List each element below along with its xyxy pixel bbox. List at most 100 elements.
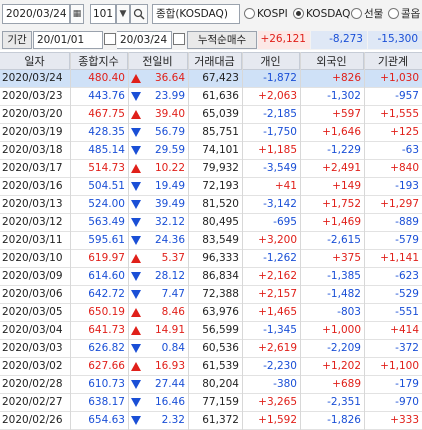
cell-date: 2020/02/27 (2, 396, 63, 408)
cell-individual: +2,157 (258, 288, 297, 300)
search-icon[interactable] (130, 4, 148, 24)
code-field[interactable]: 101 (90, 4, 116, 24)
radio-kosdaq[interactable]: KOSDAQ (293, 6, 350, 22)
cell-foreign: +689 (332, 378, 361, 390)
start-date-calendar-icon[interactable] (104, 33, 116, 45)
cell-change: 19.49 (154, 180, 185, 192)
table-row[interactable]: 2020/03/16 504.51 19.49 72,193 +41 +149 -193 (0, 178, 422, 196)
cell-index: 524.00 (88, 198, 125, 210)
header-change[interactable]: 전일비 (128, 53, 188, 70)
cell-amount: 80,204 (202, 378, 239, 390)
cell-index: 428.35 (88, 126, 125, 138)
cell-foreign: +2,491 (322, 162, 361, 174)
table-row[interactable]: 2020/03/10 619.97 5.37 96,333 -1,262 +375 +1,1… (0, 250, 422, 268)
cell-institution: +840 (390, 162, 419, 174)
column-divider (188, 52, 189, 430)
cell-index: 610.73 (88, 378, 125, 390)
cell-date: 2020/03/17 (2, 162, 63, 174)
cell-institution: -970 (395, 396, 419, 408)
triangle-up-icon (131, 74, 141, 83)
table-row[interactable]: 2020/03/12 563.49 32.12 80,495 -695 +1,469 -88… (0, 214, 422, 232)
cell-institution: -957 (395, 90, 419, 102)
table-row[interactable]: 2020/03/02 627.66 16.93 61,539 -2,230 +1,202 +… (0, 358, 422, 376)
table-row[interactable]: 2020/03/06 642.72 7.47 72,388 +2,157 -1,482 -5… (0, 286, 422, 304)
cell-amount: 61,372 (202, 414, 239, 426)
header-foreign[interactable]: 외국인 (300, 53, 364, 70)
cell-change: 28.12 (154, 270, 185, 282)
table-row[interactable]: 2020/03/03 626.82 0.84 60,536 +2,619 -2,209 -3… (0, 340, 422, 358)
end-date-calendar-icon[interactable] (173, 33, 185, 45)
cell-amount: 83,549 (202, 234, 239, 246)
triangle-down-icon (131, 128, 141, 137)
cell-amount: 80,495 (202, 216, 239, 228)
date-field[interactable]: 2020/03/24 (2, 4, 70, 24)
cell-institution: +1,297 (380, 198, 419, 210)
cell-amount: 60,536 (202, 342, 239, 354)
table-row[interactable]: 2020/03/20 467.75 39.40 65,039 -2,185 +597 +1,… (0, 106, 422, 124)
table-row[interactable]: 2020/03/11 595.61 24.36 83,549 +3,200 -2,615 -… (0, 232, 422, 250)
cell-institution: -372 (395, 342, 419, 354)
sum-foreign: -8,273 (311, 31, 367, 49)
triangle-down-icon (131, 380, 141, 389)
cell-foreign: +1,000 (322, 324, 361, 336)
cell-date: 2020/03/12 (2, 216, 63, 228)
table-row[interactable]: 2020/02/27 638.17 16.46 77,159 +3,265 -2,351 -… (0, 394, 422, 412)
table-row[interactable]: 2020/03/05 650.19 8.46 63,976 +1,465 -803 -551 (0, 304, 422, 322)
end-date-input[interactable]: 20/03/24 (117, 31, 172, 49)
radio-kospi[interactable]: KOSPI (244, 6, 288, 22)
table-row[interactable]: 2020/03/23 443.76 23.99 61,636 +2,063 -1,302 -… (0, 88, 422, 106)
cell-date: 2020/02/28 (2, 378, 63, 390)
cell-date: 2020/03/05 (2, 306, 63, 318)
cell-foreign: -2,615 (327, 234, 361, 246)
table-row[interactable]: 2020/03/17 514.73 10.22 79,932 -3,549 +2,491 +… (0, 160, 422, 178)
table-header: 일자 종합지수 전일비 거래대금 개인 외국인 기관계 (0, 52, 422, 70)
cell-foreign: -1,385 (327, 270, 361, 282)
radio-call-option[interactable]: 콜옵 (388, 6, 420, 22)
header-institution[interactable]: 기관계 (364, 53, 422, 70)
triangle-up-icon (131, 164, 141, 173)
triangle-down-icon (131, 236, 141, 245)
triangle-down-icon (131, 416, 141, 425)
table-row[interactable]: 2020/03/13 524.00 39.49 81,520 -3,142 +1,752 +… (0, 196, 422, 214)
table-body: 2020/03/24 480.40 36.64 67,423 -1,872 +826 +1,… (0, 70, 422, 430)
triangle-down-icon (131, 290, 141, 299)
cell-change: 27.44 (154, 378, 185, 390)
cell-institution: -529 (395, 288, 419, 300)
table-row[interactable]: 2020/03/09 614.60 28.12 86,834 +2,162 -1,385 -… (0, 268, 422, 286)
cell-amount: 61,539 (202, 360, 239, 372)
start-date-input[interactable]: 20/01/01 (33, 31, 103, 49)
header-amount[interactable]: 거래대금 (188, 53, 242, 70)
cell-institution: +1,141 (380, 252, 419, 264)
table-row[interactable]: 2020/03/19 428.35 56.79 85,751 -1,750 +1,646 +… (0, 124, 422, 142)
cell-institution: +1,555 (380, 108, 419, 120)
cell-index: 595.61 (88, 234, 125, 246)
cell-individual: -1,872 (263, 72, 297, 84)
cell-institution: +125 (390, 126, 419, 138)
cell-foreign: -803 (337, 306, 361, 318)
table-row[interactable]: 2020/03/04 641.73 14.91 56,599 -1,345 +1,000 +… (0, 322, 422, 340)
cell-individual: -3,549 (263, 162, 297, 174)
column-divider (300, 52, 301, 430)
market-name-field: 종합(KOSDAQ) (152, 4, 240, 24)
header-individual[interactable]: 개인 (242, 53, 300, 70)
table-row[interactable]: 2020/03/18 485.14 29.59 74,101 +1,185 -1,229 -… (0, 142, 422, 160)
cell-institution: -579 (395, 234, 419, 246)
table-row[interactable]: 2020/03/24 480.40 36.64 67,423 -1,872 +826 +1,… (0, 70, 422, 88)
header-index[interactable]: 종합지수 (70, 53, 128, 70)
cell-index: 641.73 (88, 324, 125, 336)
radio-futures[interactable]: 선물 (351, 6, 383, 22)
header-date[interactable]: 일자 (0, 53, 70, 70)
chevron-down-icon[interactable]: ▼ (116, 4, 130, 24)
table-row[interactable]: 2020/02/28 610.73 27.44 80,204 -380 +689 -179 (0, 376, 422, 394)
triangle-up-icon (131, 308, 141, 317)
radio-dot-kospi (244, 8, 255, 19)
radio-dot-kosdaq (293, 8, 304, 19)
triangle-down-icon (131, 398, 141, 407)
calendar-icon[interactable]: ▦ (70, 4, 84, 24)
cell-change: 36.64 (154, 72, 185, 84)
table-row[interactable]: 2020/02/26 654.63 2.32 61,372 +1,592 -1,826 +3… (0, 412, 422, 430)
cell-amount: 65,039 (202, 108, 239, 120)
cell-date: 2020/03/16 (2, 180, 63, 192)
cell-amount: 61,636 (202, 90, 239, 102)
cell-change: 39.40 (154, 108, 185, 120)
